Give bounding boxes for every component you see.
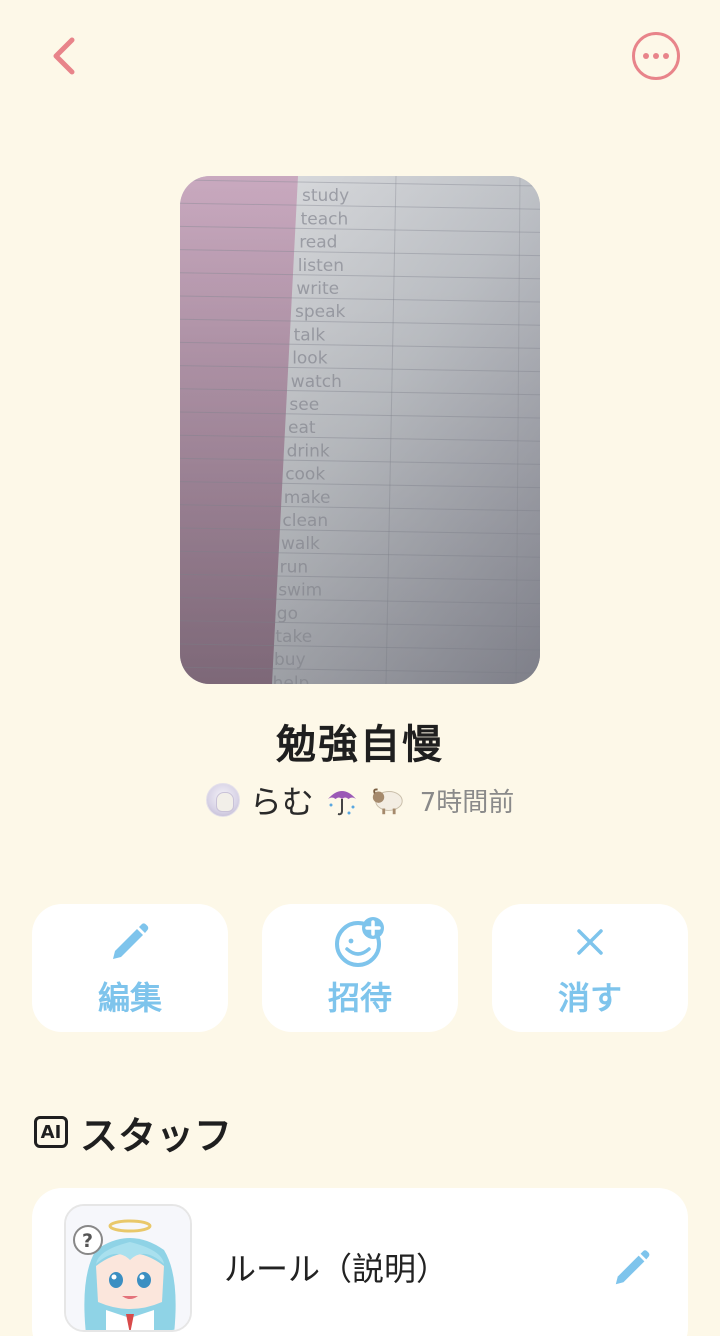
post-title: 勉強自慢 xyxy=(276,722,444,768)
staff-edit-button[interactable] xyxy=(608,1244,656,1292)
post-cover-image[interactable]: studyteachreadlistenwritespeaktalklookwa… xyxy=(180,176,540,684)
more-horizontal-icon xyxy=(632,32,680,80)
back-button[interactable] xyxy=(38,30,90,82)
close-icon xyxy=(577,929,603,955)
edit-button[interactable]: 編集 xyxy=(32,904,228,1032)
post-time: 7時間前 xyxy=(419,787,515,818)
action-bar: 編集 招待 消す xyxy=(32,904,688,1032)
invite-button[interactable]: 招待 xyxy=(262,904,458,1032)
pencil-icon xyxy=(615,1250,650,1285)
ai-badge: AI xyxy=(34,1116,68,1148)
delete-label: 消す xyxy=(557,979,622,1017)
edit-label: 編集 xyxy=(97,979,162,1017)
author-avatar[interactable] xyxy=(205,783,240,817)
staff-item[interactable]: ? ルール（説明） xyxy=(32,1188,688,1336)
svg-text:?: ? xyxy=(82,1230,93,1252)
invite-label: 招待 xyxy=(327,979,392,1017)
delete-button[interactable]: 消す xyxy=(492,904,688,1032)
anime-character-avatar: ? xyxy=(66,1206,190,1330)
author-name[interactable]: らむ xyxy=(250,777,314,823)
umbrella-icon xyxy=(324,782,360,818)
chevron-left-icon xyxy=(53,37,75,75)
staff-section-header: AI スタッフ xyxy=(34,1104,232,1160)
sheep-icon xyxy=(370,782,406,818)
pencil-icon xyxy=(113,923,149,959)
add-friend-icon xyxy=(335,917,384,967)
post-meta: らむ 7時間前 xyxy=(0,778,720,822)
vocabulary-worksheet-photo: studyteachreadlistenwritespeaktalklookwa… xyxy=(180,176,540,684)
staff-section-title: スタッフ xyxy=(80,1113,233,1158)
more-options-button[interactable] xyxy=(630,30,682,82)
staff-avatar: ? xyxy=(64,1204,192,1332)
staff-name: ルール（説明） xyxy=(224,1250,449,1288)
